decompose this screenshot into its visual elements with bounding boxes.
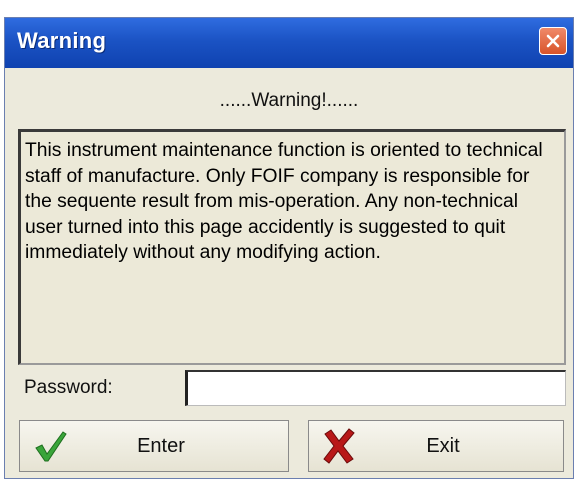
password-label: Password:: [24, 377, 113, 398]
red-x-icon: [323, 428, 355, 464]
exit-button[interactable]: Exit: [308, 420, 564, 472]
warning-message-box: This instrument maintenance function is …: [18, 129, 566, 365]
warning-dialog: Warning ......Warning!...... This instru…: [4, 17, 574, 479]
close-button[interactable]: [539, 27, 567, 55]
close-icon: [546, 34, 560, 48]
password-input[interactable]: [185, 370, 566, 406]
warning-heading: ......Warning!......: [219, 90, 359, 111]
exit-button-label: Exit: [426, 434, 460, 457]
enter-button-label: Enter: [137, 434, 185, 457]
warning-message-text: This instrument maintenance function is …: [25, 140, 543, 263]
checkmark-icon: [35, 431, 67, 462]
enter-button[interactable]: Enter: [19, 420, 289, 472]
window-title: Warning: [17, 28, 107, 53]
title-bar[interactable]: Warning: [5, 18, 573, 68]
